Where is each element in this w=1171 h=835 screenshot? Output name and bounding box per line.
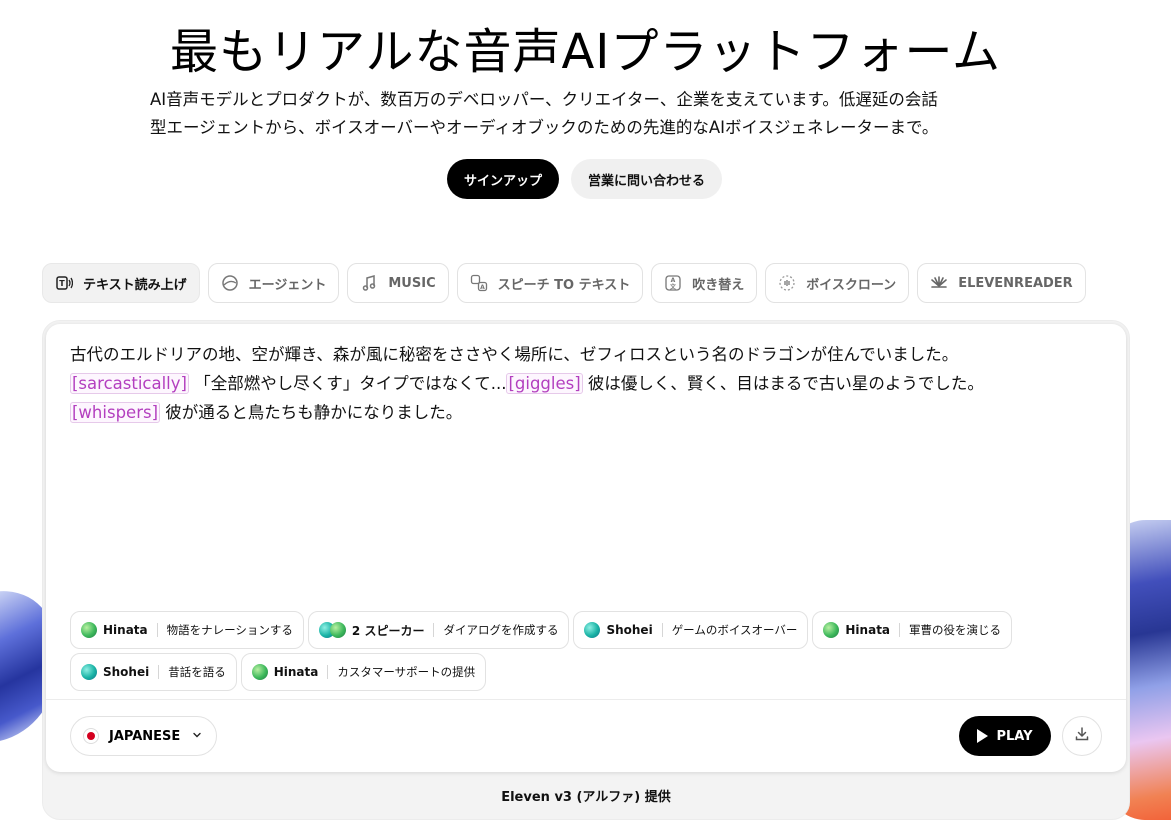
product-tabs: T テキスト読み上げ エージェント MUSIC A スピーチ TO テキスト A… (42, 263, 1122, 303)
chip-task: 物語をナレーションする (166, 623, 293, 637)
page-title: 最もリアルな音声AIプラットフォーム (169, 24, 1002, 80)
chip-speaker: Shohei (606, 623, 653, 637)
elevenreader-icon (930, 274, 948, 292)
preset-chip-tell-folktale[interactable]: Shohei 昔話を語る (70, 653, 237, 691)
chip-task: 昔話を語る (168, 665, 226, 679)
chevron-down-icon (192, 730, 202, 743)
tab-agents[interactable]: エージェント (207, 263, 340, 303)
preset-chip-game-voiceover[interactable]: Shohei ゲームのボイスオーバー (573, 611, 809, 649)
voice-avatar-icon (584, 622, 601, 638)
play-icon (977, 729, 989, 743)
chip-task: カスタマーサポートの提供 (337, 665, 476, 679)
controls-divider (46, 699, 1126, 700)
tab-label: ELEVENREADER (958, 275, 1073, 291)
tab-label: 吹き替え (692, 277, 745, 293)
svg-text:A: A (480, 284, 485, 291)
speech-to-text-icon: A (470, 274, 488, 292)
subtitle-line-2: 型エージェントから、ボイスオーバーやオーディオブックのための先進的なAIボイスジ… (150, 118, 939, 137)
page-subtitle: AI音声モデルとプロダクトが、数百万のデベロッパー、クリエイター、企業を支えてい… (150, 86, 1030, 142)
voice-avatar-icon (251, 664, 268, 680)
demo-card: 古代のエルドリアの地、空が輝き、森が風に秘密をささやく場所に、ゼフィロスという名… (46, 324, 1126, 772)
voice-pair-avatar-icon (318, 622, 346, 638)
language-selector[interactable]: JAPANESE (70, 716, 218, 756)
chip-divider (661, 623, 663, 637)
editor-line-2a: 「全部燃やし尽くす」タイプではなくて... (188, 374, 507, 393)
chip-speaker: Shohei (103, 665, 150, 679)
cta-row: サインアップ 営業に問い合わせる (0, 159, 1171, 199)
tab-label: スピーチ TO テキスト (497, 277, 631, 293)
tab-music[interactable]: MUSIC (347, 263, 449, 303)
tab-text-to-speech[interactable]: T テキスト読み上げ (42, 263, 200, 303)
tab-label: テキスト読み上げ (83, 277, 187, 293)
contact-sales-button[interactable]: 営業に問い合わせる (571, 159, 723, 199)
chip-speaker: Hinata (103, 623, 148, 637)
music-note-icon (360, 274, 378, 292)
tab-label: MUSIC (388, 275, 436, 291)
tab-speech-to-text[interactable]: A スピーチ TO テキスト (456, 263, 644, 303)
editor-line-2b: 彼は優しく、賢く、目はまるで古い星のようでした。 (582, 374, 984, 393)
chip-speaker: Hinata (273, 665, 319, 679)
dubbing-icon: A文 (664, 274, 682, 292)
voice-avatar-icon (329, 622, 346, 638)
emotion-tag-giggles: [giggles] (506, 373, 583, 394)
voice-avatar-icon (81, 664, 97, 680)
tab-dubbing[interactable]: A文 吹き替え (651, 263, 758, 303)
tab-voice-clone[interactable]: ボイスクローン (765, 263, 910, 303)
chip-divider (156, 623, 158, 637)
svg-text:文: 文 (669, 283, 677, 291)
voice-avatar-icon (823, 622, 840, 638)
editor-line-3: 彼が通ると鳥たちも静かになりました。 (160, 403, 463, 422)
chip-divider (327, 665, 329, 679)
editor-line-1: 古代のエルドリアの地、空が輝き、森が風に秘密をささやく場所に、ゼフィロスという名… (70, 345, 959, 364)
chip-divider (158, 665, 160, 679)
language-label: JAPANESE (109, 728, 181, 744)
preset-chip-play-sergeant[interactable]: Hinata 軍曹の役を演じる (812, 611, 1013, 649)
japan-flag-icon (83, 728, 99, 744)
voice-clone-icon (778, 274, 796, 292)
preset-chip-customer-support[interactable]: Hinata カスタマーサポートの提供 (240, 653, 487, 691)
emotion-tag-sarcastically: [sarcastically] (70, 373, 189, 394)
subtitle-line-1: AI音声モデルとプロダクトが、数百万のデベロッパー、クリエイター、企業を支えてい… (150, 90, 938, 109)
play-label: PLAY (996, 728, 1033, 744)
download-button[interactable] (1062, 716, 1102, 756)
tab-label: ボイスクローン (806, 277, 897, 293)
text-editor[interactable]: 古代のエルドリアの地、空が輝き、森が風に秘密をささやく場所に、ゼフィロスという名… (70, 340, 1100, 427)
chip-divider (899, 623, 901, 637)
tts-icon: T (55, 274, 73, 292)
svg-text:T: T (59, 279, 65, 288)
chip-task: ダイアログを作成する (443, 623, 559, 637)
play-button[interactable]: PLAY (959, 716, 1051, 756)
preset-chip-narrate-story[interactable]: Hinata 物語をナレーションする (70, 611, 304, 649)
chip-speaker: Hinata (845, 623, 891, 637)
tab-elevenreader[interactable]: ELEVENREADER (917, 263, 1086, 303)
download-icon (1074, 726, 1090, 746)
chip-speaker: 2 スピーカー (351, 623, 425, 638)
model-attribution: Eleven v3 (アルファ) 提供 (501, 790, 671, 805)
chip-task: 軍曹の役を演じる (909, 623, 1002, 637)
svg-text:A: A (671, 277, 676, 284)
signup-button[interactable]: サインアップ (446, 159, 559, 199)
agent-icon (221, 274, 239, 292)
emotion-tag-whispers: [whispers] (70, 402, 161, 423)
tabs-fade-overlay (1082, 263, 1122, 303)
voice-preset-chips: Hinata 物語をナレーションする 2 スピーカー ダイアログを作成する Sh… (70, 611, 1110, 691)
chip-task: ゲームのボイスオーバー (671, 623, 798, 637)
chip-divider (433, 623, 435, 637)
voice-avatar-icon (81, 622, 97, 638)
preset-chip-create-dialogue[interactable]: 2 スピーカー ダイアログを作成する (307, 611, 570, 649)
tab-label: エージェント (248, 277, 327, 293)
